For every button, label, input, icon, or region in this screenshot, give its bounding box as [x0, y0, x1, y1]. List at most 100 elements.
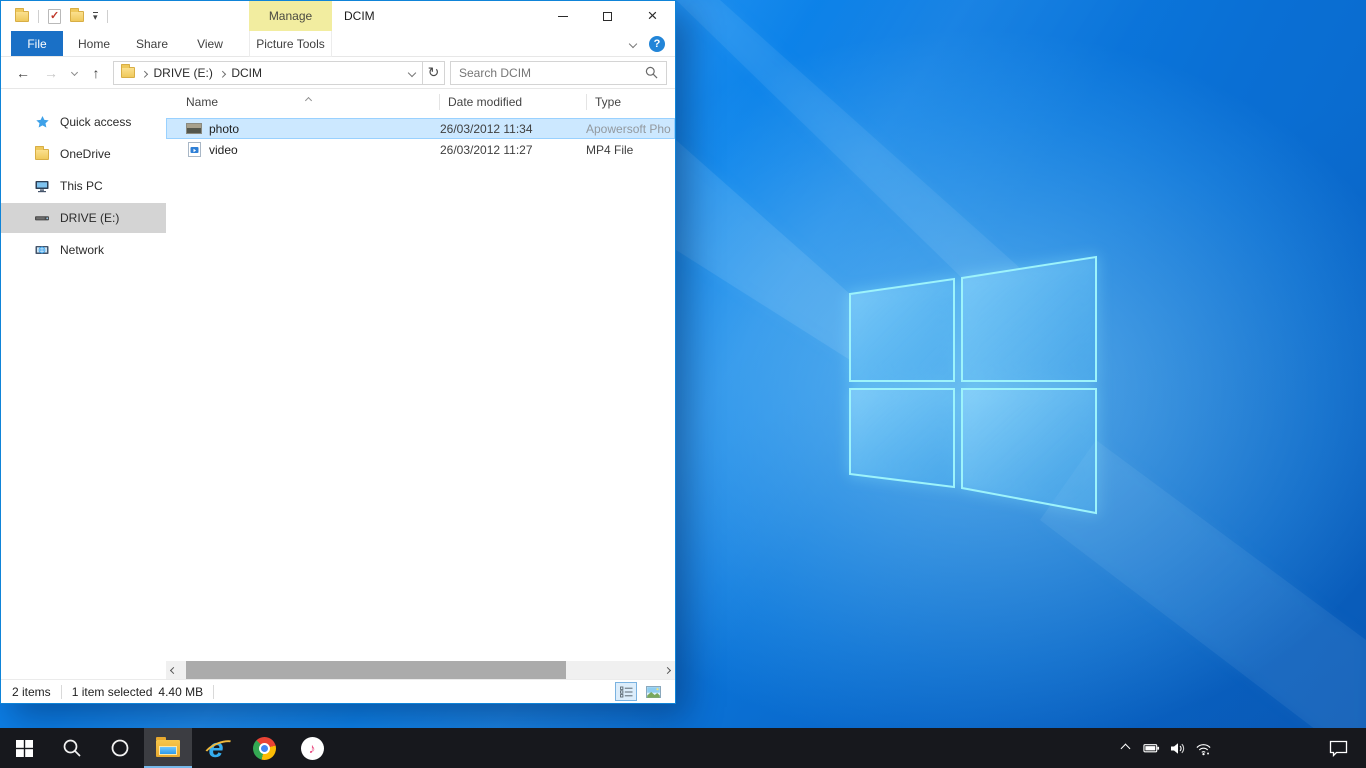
explorer-window: Manage DCIM File Home Share View Picture… — [0, 0, 676, 704]
status-separator — [213, 685, 214, 699]
details-view-icon — [620, 686, 633, 698]
action-center-button[interactable] — [1329, 728, 1348, 768]
new-folder-icon[interactable] — [70, 11, 84, 22]
folder-icon — [121, 67, 135, 78]
sidebar-item-label: This PC — [60, 179, 103, 193]
breadcrumb-drive[interactable]: DRIVE (E:) — [154, 66, 213, 80]
column-headers: Name Date modified Type — [166, 89, 675, 115]
taskbar-search-button[interactable] — [48, 728, 96, 768]
maximize-icon — [603, 12, 612, 21]
sidebar-item-network[interactable]: Network — [1, 235, 166, 265]
separator — [107, 10, 108, 23]
horizontal-scrollbar[interactable] — [166, 661, 675, 679]
action-center-icon — [1329, 740, 1348, 757]
file-name: photo — [202, 122, 432, 136]
folder-icon[interactable] — [15, 11, 29, 22]
breadcrumb-chevron-icon — [220, 66, 225, 80]
forward-button[interactable]: → — [37, 65, 65, 81]
quick-access-star-icon — [34, 114, 50, 130]
tab-share[interactable]: Share — [125, 31, 179, 56]
file-list-pane: Name Date modified Type photo 26/03/2012… — [166, 89, 675, 661]
address-bar[interactable]: DRIVE (E:) DCIM — [113, 61, 423, 85]
status-bar: 2 items 1 item selected 4.40 MB — [1, 679, 675, 703]
cortana-button[interactable] — [96, 728, 144, 768]
scroll-left-arrow-icon[interactable] — [170, 666, 177, 673]
column-header-label: Name — [186, 95, 218, 109]
details-view-button[interactable] — [615, 682, 637, 701]
sidebar-item-this-pc[interactable]: This PC — [1, 171, 166, 201]
taskbar-chrome-button[interactable] — [240, 728, 288, 768]
windows-flag-panes — [850, 257, 1096, 513]
customize-dropdown-icon[interactable] — [93, 12, 98, 21]
up-button[interactable]: ↑ — [83, 65, 109, 81]
file-row-video[interactable]: video 26/03/2012 11:27 MP4 File — [166, 139, 675, 160]
file-explorer-icon — [156, 740, 180, 757]
start-button[interactable] — [0, 728, 48, 768]
separator — [38, 10, 39, 23]
minimize-button[interactable] — [540, 1, 585, 31]
scrollbar-thumb[interactable] — [186, 661, 566, 679]
selection-size: 4.40 MB — [158, 685, 203, 699]
close-icon — [648, 7, 658, 26]
tab-picture-tools[interactable]: Picture Tools — [249, 31, 332, 57]
main-area: Quick access OneDrive This PC — [1, 89, 675, 661]
tab-view[interactable]: View — [183, 31, 237, 56]
ribbon-right-controls: ? — [630, 31, 665, 57]
search-input[interactable] — [459, 66, 645, 80]
itunes-icon: ♪ — [301, 737, 324, 760]
video-file-icon — [186, 142, 202, 157]
sidebar-item-quick-access[interactable]: Quick access — [1, 107, 166, 137]
recent-locations-chevron-icon[interactable] — [65, 70, 83, 75]
navigation-pane: Quick access OneDrive This PC — [1, 89, 166, 661]
column-header-type[interactable]: Type — [587, 95, 675, 109]
file-type: Apowersoft Pho — [578, 122, 675, 136]
this-pc-icon — [34, 178, 50, 194]
battery-icon[interactable] — [1143, 740, 1160, 757]
sidebar-item-label: Quick access — [60, 115, 131, 129]
file-name: video — [202, 143, 432, 157]
properties-icon[interactable] — [48, 9, 61, 24]
taskbar: e ♪ — [0, 728, 1366, 768]
onedrive-folder-icon — [34, 146, 50, 162]
close-button[interactable] — [630, 1, 675, 31]
help-icon[interactable]: ? — [649, 36, 665, 52]
manage-tool-tab-header[interactable]: Manage — [249, 1, 332, 31]
status-separator — [61, 685, 62, 699]
breadcrumb-chevron-icon — [142, 66, 147, 80]
column-header-name[interactable]: Name — [166, 89, 439, 115]
search-box — [450, 61, 667, 85]
file-date-modified: 26/03/2012 11:27 — [432, 143, 578, 157]
large-icons-view-button[interactable] — [642, 682, 664, 701]
file-row-photo[interactable]: photo 26/03/2012 11:34 Apowersoft Pho — [166, 118, 675, 139]
window-title: DCIM — [344, 9, 375, 23]
volume-icon[interactable] — [1169, 740, 1186, 757]
sidebar-item-label: OneDrive — [60, 147, 111, 161]
selection-count: 1 item selected — [72, 685, 153, 699]
taskbar-internet-explorer-button[interactable]: e — [192, 728, 240, 768]
sidebar-item-drive-e[interactable]: DRIVE (E:) — [1, 203, 166, 233]
title-bar: Manage DCIM — [1, 1, 675, 31]
wifi-icon[interactable] — [1195, 740, 1212, 757]
tab-home[interactable]: Home — [67, 31, 121, 56]
drive-icon — [34, 210, 50, 226]
scroll-right-arrow-icon[interactable] — [664, 666, 671, 673]
maximize-button[interactable] — [585, 1, 630, 31]
column-header-date-modified[interactable]: Date modified — [440, 95, 586, 109]
sidebar-item-label: DRIVE (E:) — [60, 211, 119, 225]
large-icons-view-icon — [646, 686, 661, 698]
search-icon[interactable] — [645, 66, 658, 79]
expand-ribbon-chevron-icon[interactable] — [629, 40, 637, 48]
network-icon — [34, 242, 50, 258]
taskbar-itunes-button[interactable]: ♪ — [288, 728, 336, 768]
photo-thumbnail-icon — [186, 123, 202, 134]
refresh-button[interactable]: ↻ — [422, 61, 445, 85]
sidebar-item-onedrive[interactable]: OneDrive — [1, 139, 166, 169]
back-button[interactable]: ← — [9, 65, 37, 81]
address-dropdown-chevron-icon[interactable] — [408, 68, 416, 76]
system-tray — [1117, 728, 1212, 768]
show-hidden-icons-chevron-icon[interactable] — [1117, 740, 1134, 757]
breadcrumb-folder[interactable]: DCIM — [231, 66, 262, 80]
sidebar-item-label: Network — [60, 243, 104, 257]
tab-file[interactable]: File — [11, 31, 63, 56]
taskbar-file-explorer-button[interactable] — [144, 728, 192, 768]
